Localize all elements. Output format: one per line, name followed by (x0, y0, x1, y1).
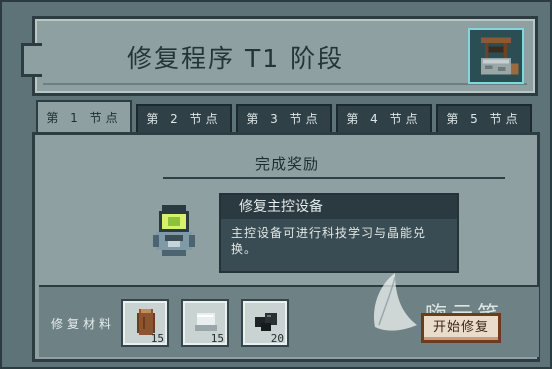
material-count: 20 (270, 332, 284, 345)
page-title: 修复程序 T1 阶段 (127, 44, 345, 73)
reward-name: 修复主控设备 (221, 195, 457, 219)
material-slot-coal[interactable]: 20 (241, 299, 289, 347)
materials-label: 修复材料 (51, 317, 116, 331)
well-emblem-icon (468, 28, 524, 84)
material-slot-wood[interactable]: 15 (121, 299, 169, 347)
material-slot-metal[interactable]: 15 (181, 299, 229, 347)
start-repair-button[interactable]: 开始修复 (421, 313, 501, 343)
tab-node-5[interactable]: 第 5 节点 (436, 104, 532, 134)
title-banner: 修复程序 T1 阶段 (21, 16, 538, 96)
reward-info-box: 修复主控设备 主控设备可进行科技学习与晶能兑换。 (219, 193, 459, 273)
tab-node-4[interactable]: 第 4 节点 (336, 104, 432, 134)
control-device-icon (153, 205, 195, 257)
material-count: 15 (210, 332, 224, 345)
repair-dialog: 修复程序 T1 阶段 第 1 节点 第 2 节点 第 3 节点 第 4 节点 第… (0, 0, 552, 369)
leaf-logo-icon (373, 273, 417, 331)
material-count: 15 (150, 332, 164, 345)
node-tabs: 第 1 节点 第 2 节点 第 3 节点 第 4 节点 第 5 节点 (36, 100, 536, 134)
reward-description: 主控设备可进行科技学习与晶能兑换。 (231, 226, 427, 256)
tab-node-3[interactable]: 第 3 节点 (236, 104, 332, 134)
node-panel: 完成奖励 修复主控设备 主控设备可进行科技学习与晶能兑换。 修复材料 15 15… (32, 132, 540, 362)
reward-divider (163, 177, 505, 179)
reward-heading: 完成奖励 (255, 155, 320, 173)
tab-node-2[interactable]: 第 2 节点 (136, 104, 232, 134)
tab-node-1[interactable]: 第 1 节点 (36, 100, 132, 134)
